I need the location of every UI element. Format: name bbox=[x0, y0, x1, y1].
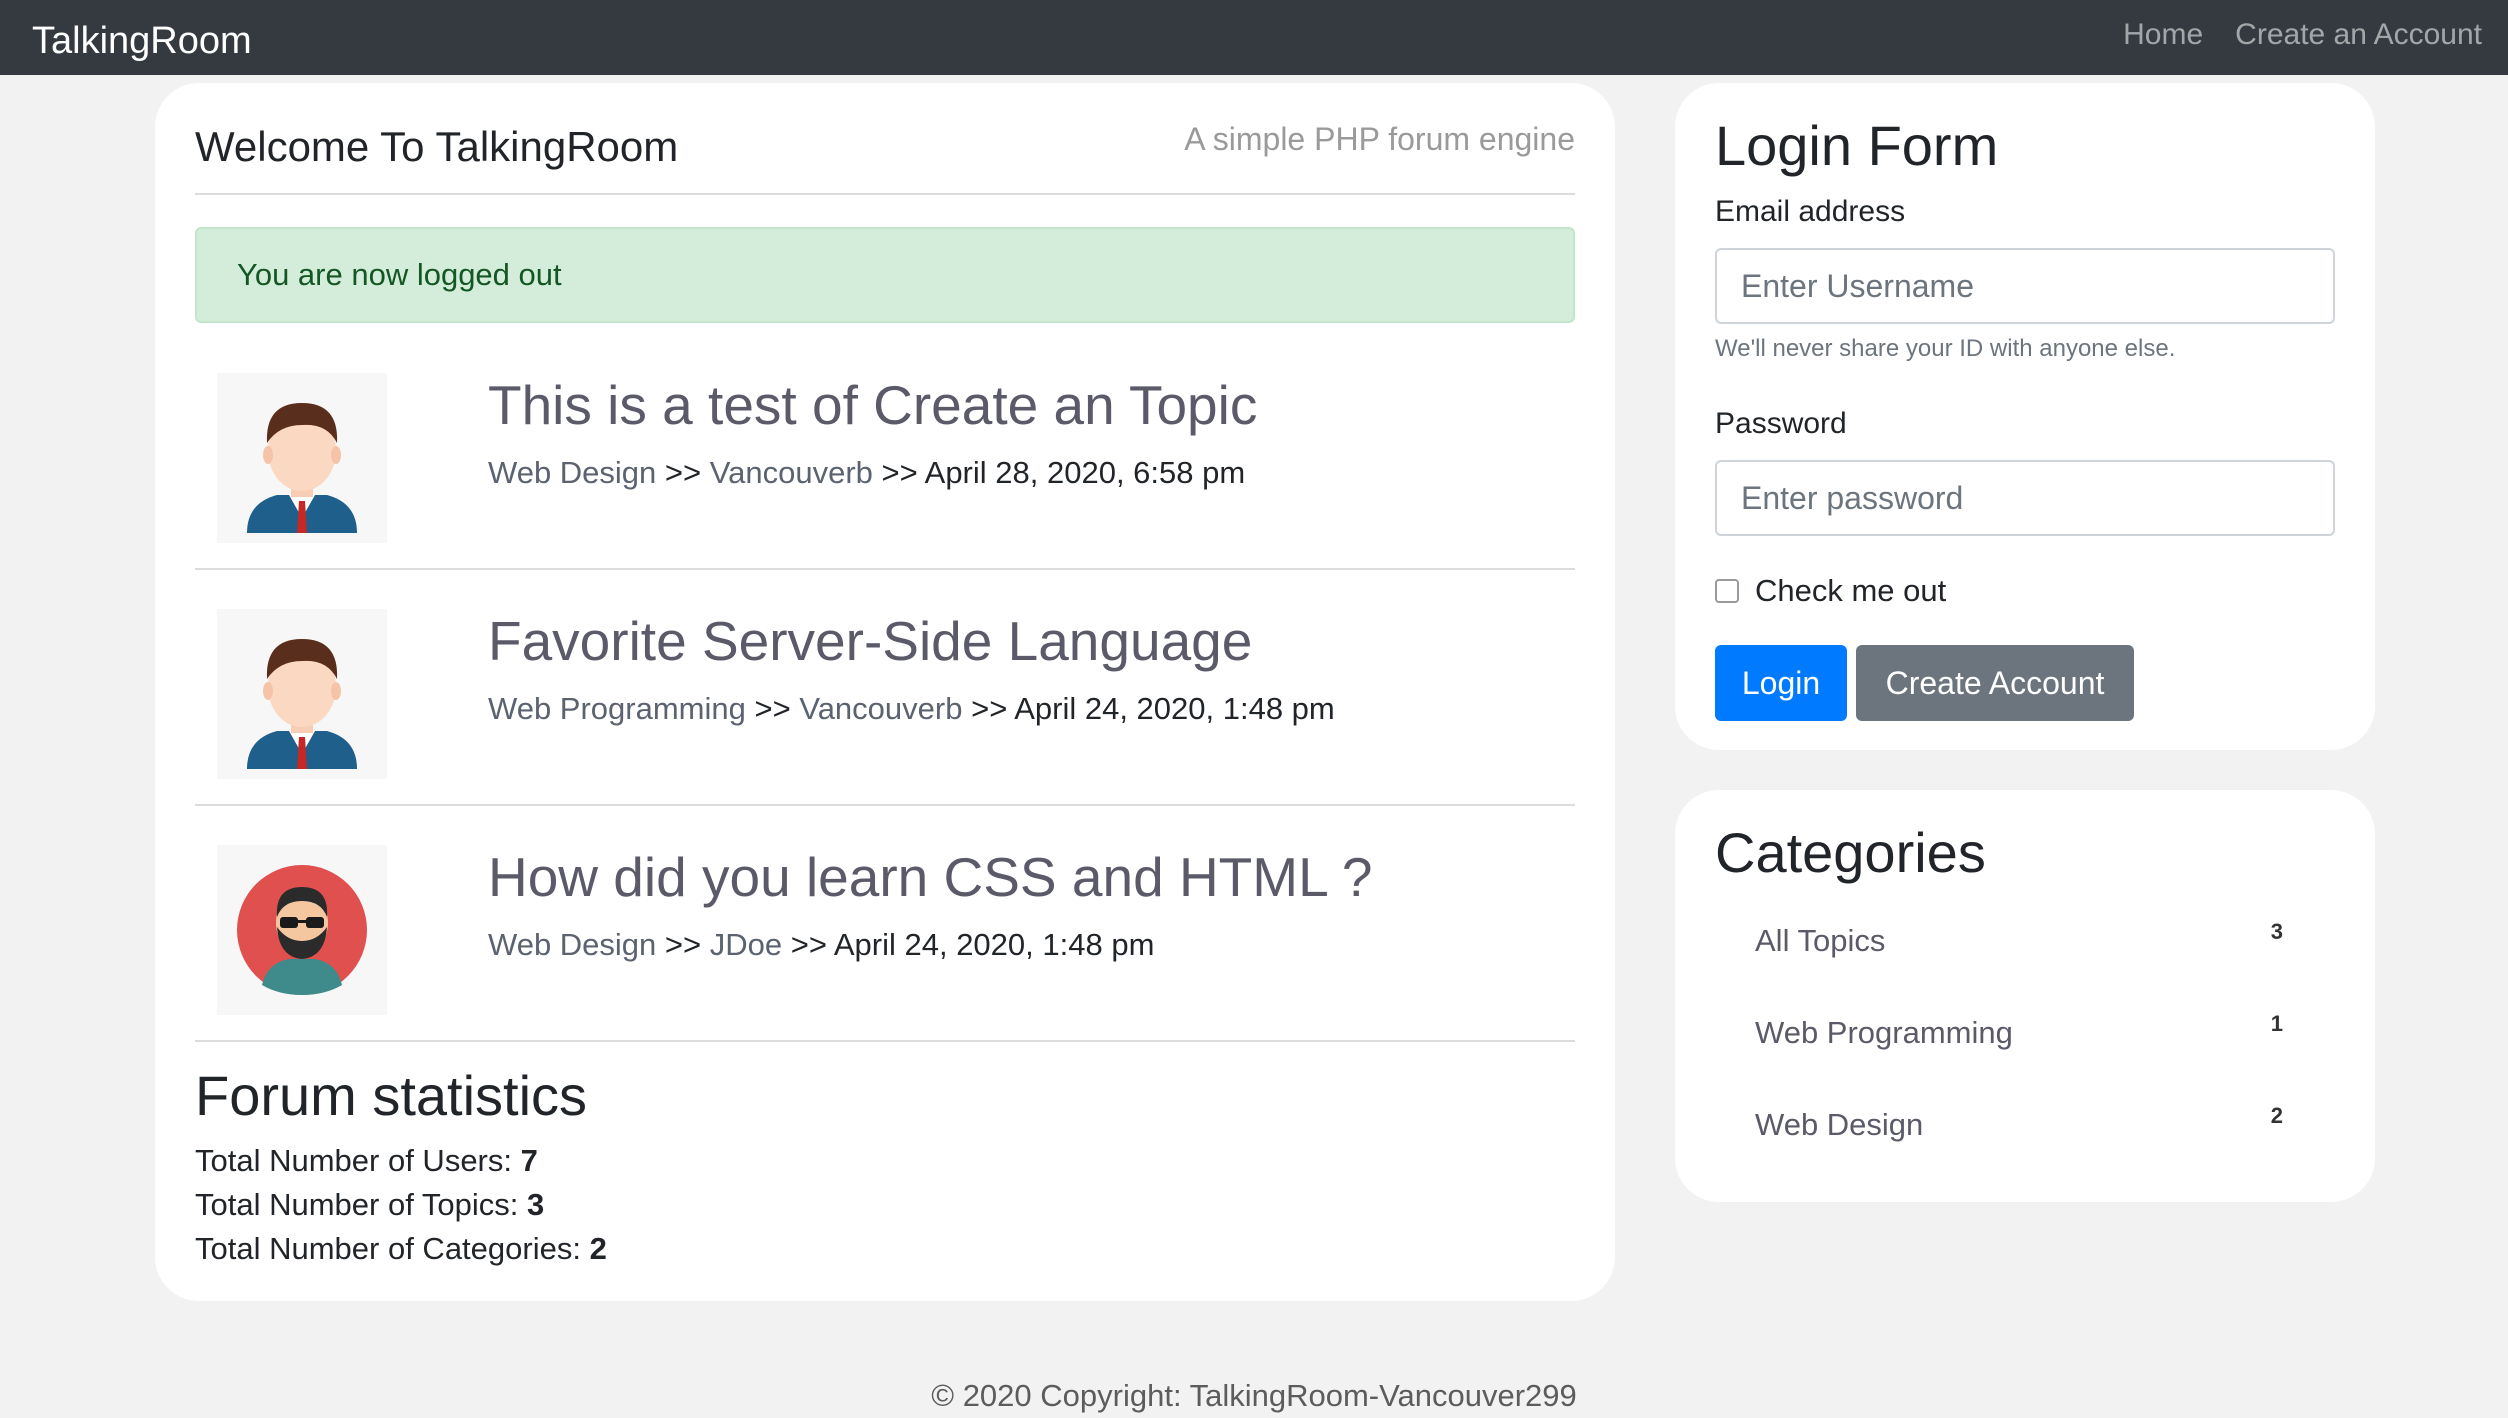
topic-date: April 24, 2020, 1:48 pm bbox=[1014, 691, 1335, 726]
meta-separator: >> bbox=[971, 691, 1015, 726]
check-me-out-label[interactable]: Check me out bbox=[1755, 573, 1946, 609]
meta-separator: >> bbox=[664, 455, 710, 490]
email-help-text: We'll never share your ID with anyone el… bbox=[1715, 335, 2176, 362]
topic-date: April 28, 2020, 6:58 pm bbox=[924, 455, 1246, 490]
category-name: Web Programming bbox=[1755, 1015, 2013, 1050]
topic-item: Favorite Server-Side Language Web Progra… bbox=[195, 609, 1575, 799]
male-avatar-suit-icon bbox=[217, 609, 387, 779]
topic-meta: Web Design >> Vancouverb >> April 28, 20… bbox=[488, 455, 1245, 491]
tagline: A simple PHP forum engine bbox=[1184, 121, 1575, 157]
topic-item: This is a test of Create an Topic Web De… bbox=[195, 373, 1575, 563]
nav-home-link[interactable]: Home bbox=[2123, 18, 2203, 52]
topic-date: April 24, 2020, 1:48 pm bbox=[833, 927, 1155, 962]
topic-divider bbox=[195, 1040, 1575, 1042]
category-name: All Topics bbox=[1755, 923, 1886, 958]
topic-divider bbox=[195, 804, 1575, 806]
category-item-web-design[interactable]: Web Design 2 bbox=[1715, 1097, 2335, 1157]
topic-meta: Web Design >> JDoe >> April 24, 2020, 1:… bbox=[488, 927, 1154, 963]
footer-copyright: © 2020 Copyright: TalkingRoom-Vancouver2… bbox=[931, 1378, 1577, 1413]
topic-divider bbox=[195, 568, 1575, 570]
login-button[interactable]: Login bbox=[1715, 645, 1847, 721]
stat-topics-label: Total Number of Topics: bbox=[195, 1187, 527, 1222]
topic-meta: Web Programming >> Vancouverb >> April 2… bbox=[488, 691, 1335, 727]
password-label: Password bbox=[1715, 407, 1847, 440]
brand-logo[interactable]: TalkingRoom bbox=[32, 20, 252, 63]
check-me-out-checkbox[interactable] bbox=[1715, 579, 1739, 603]
category-count-badge: 2 bbox=[2270, 1103, 2283, 1128]
stat-categories-label: Total Number of Categories: bbox=[195, 1231, 590, 1266]
forum-statistics-title: Forum statistics bbox=[195, 1064, 588, 1127]
topic-title-link[interactable]: Favorite Server-Side Language bbox=[488, 609, 1252, 673]
stat-categories: Total Number of Categories: 2 bbox=[195, 1231, 607, 1267]
category-name: Web Design bbox=[1755, 1107, 1924, 1142]
topic-category-link[interactable]: Web Design bbox=[488, 455, 656, 490]
welcome-title: Welcome To TalkingRoom bbox=[195, 123, 679, 170]
category-item-web-programming[interactable]: Web Programming 1 bbox=[1715, 1005, 2335, 1065]
category-item-all-topics[interactable]: All Topics 3 bbox=[1715, 913, 2335, 973]
nav-links: Home Create an Account bbox=[2123, 18, 2482, 52]
top-navbar: TalkingRoom Home Create an Account bbox=[0, 0, 2508, 75]
stat-users: Total Number of Users: 7 bbox=[195, 1143, 538, 1179]
topic-title-link[interactable]: This is a test of Create an Topic bbox=[488, 373, 1257, 437]
header-divider bbox=[195, 193, 1575, 195]
meta-separator: >> bbox=[881, 455, 925, 490]
male-avatar-suit-icon bbox=[217, 373, 387, 543]
login-card: Login Form Email address We'll never sha… bbox=[1675, 83, 2375, 750]
logout-alert: You are now logged out bbox=[195, 227, 1575, 323]
bearded-avatar-icon bbox=[217, 845, 387, 1015]
topic-author-link[interactable]: Vancouverb bbox=[710, 455, 873, 490]
remember-check-row: Check me out bbox=[1715, 573, 1946, 609]
stat-users-label: Total Number of Users: bbox=[195, 1143, 521, 1178]
username-input[interactable] bbox=[1715, 248, 2335, 324]
topic-author-link[interactable]: JDoe bbox=[710, 927, 782, 962]
email-label: Email address bbox=[1715, 195, 1906, 228]
stat-topics-value: 3 bbox=[526, 1187, 545, 1222]
meta-separator: >> bbox=[790, 927, 834, 962]
meta-separator: >> bbox=[754, 691, 800, 726]
password-input[interactable] bbox=[1715, 460, 2335, 536]
stat-categories-value: 2 bbox=[589, 1231, 607, 1266]
stat-topics: Total Number of Topics: 3 bbox=[195, 1187, 544, 1223]
main-content-card: Welcome To TalkingRoom A simple PHP foru… bbox=[155, 83, 1615, 1301]
category-count-badge: 1 bbox=[2270, 1011, 2283, 1036]
category-count-badge: 3 bbox=[2270, 919, 2283, 944]
login-form-title: Login Form bbox=[1715, 114, 1999, 177]
topic-author-link[interactable]: Vancouverb bbox=[799, 691, 962, 726]
categories-card: Categories All Topics 3 Web Programming … bbox=[1675, 790, 2375, 1202]
topic-category-link[interactable]: Web Design bbox=[488, 927, 656, 962]
nav-create-account-link[interactable]: Create an Account bbox=[2235, 18, 2482, 52]
meta-separator: >> bbox=[664, 927, 710, 962]
stat-users-value: 7 bbox=[520, 1143, 538, 1178]
topic-category-link[interactable]: Web Programming bbox=[488, 691, 746, 726]
categories-title: Categories bbox=[1715, 821, 1986, 884]
topic-title-link[interactable]: How did you learn CSS and HTML ? bbox=[488, 845, 1373, 909]
create-account-button[interactable]: Create Account bbox=[1856, 645, 2134, 721]
topic-item: How did you learn CSS and HTML ? Web Des… bbox=[195, 845, 1575, 1035]
